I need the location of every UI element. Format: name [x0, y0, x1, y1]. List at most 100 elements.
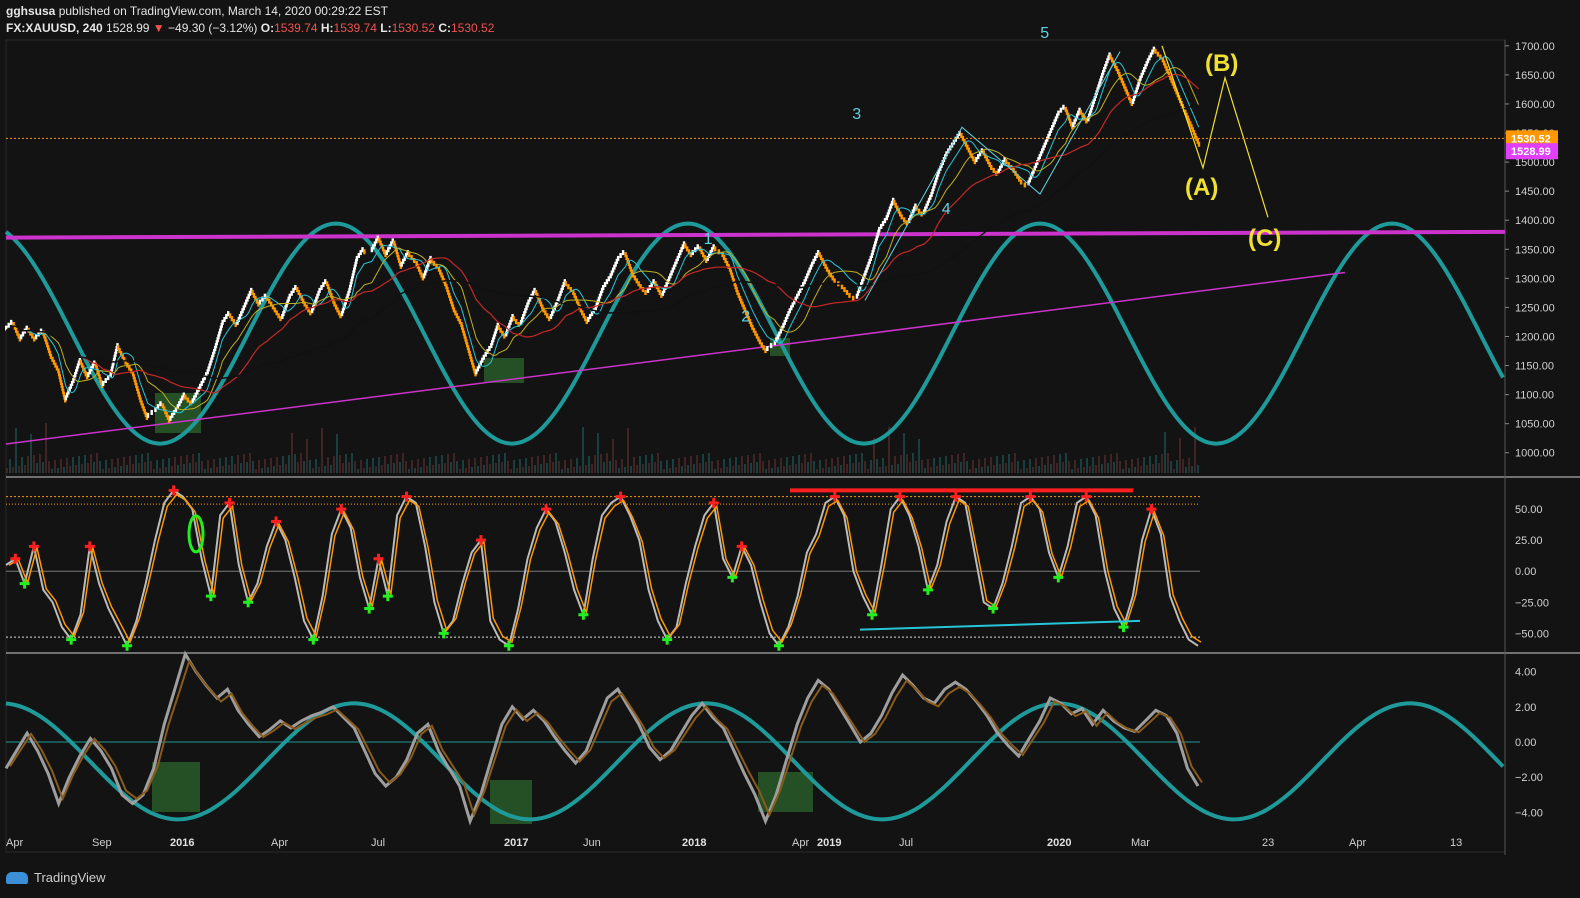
chart-canvas[interactable]: 1700.001650.001600.001550.001500.001450.…	[0, 0, 1580, 898]
volume-bar	[1128, 468, 1130, 473]
volume-bar	[69, 466, 71, 473]
volume-bar	[663, 469, 665, 473]
close-label: C:	[438, 21, 451, 35]
volume-bar	[723, 459, 725, 473]
publication-line: gghsusa published on TradingView.com, Ma…	[6, 4, 388, 18]
volume-bar	[741, 456, 743, 473]
volume-bar	[273, 466, 275, 473]
volume-bar	[255, 469, 257, 473]
volume-bar	[687, 465, 689, 473]
volume-bar	[960, 462, 962, 473]
volume-bar	[759, 453, 761, 473]
volume-bar	[423, 458, 425, 473]
volume-bar	[150, 461, 152, 473]
volume-bar	[603, 462, 605, 473]
volume-bar	[432, 465, 434, 473]
volume-bar	[636, 465, 638, 473]
volume-bar	[462, 460, 464, 473]
volume-bar	[300, 453, 302, 473]
volume-bar	[588, 456, 590, 473]
volume-bar	[1035, 458, 1037, 473]
volume-bar	[909, 462, 911, 473]
renko-brick	[1023, 182, 1027, 188]
osc-tick-label: 0.00	[1515, 566, 1536, 578]
volume-bar	[870, 460, 872, 473]
volume-bar	[1080, 459, 1082, 473]
volume-bar	[1101, 464, 1103, 473]
volume-bar	[1062, 462, 1064, 473]
volume-bar	[933, 458, 935, 473]
volume-bar	[936, 466, 938, 473]
osc-tick-label: 50.00	[1515, 504, 1543, 516]
volume-bar	[975, 468, 977, 473]
volume-bar	[141, 454, 143, 473]
volume-bar	[366, 459, 368, 473]
volume-bar	[537, 456, 539, 473]
volume-bar	[210, 468, 212, 473]
volume-bar	[1158, 463, 1160, 473]
volume-bar	[906, 454, 908, 473]
volume-bar	[1086, 458, 1088, 473]
volume-bar	[42, 462, 44, 473]
volume-bar	[732, 466, 734, 473]
volume-bar	[831, 458, 833, 473]
symbol-name[interactable]: FX:XAUUSD, 240	[6, 21, 103, 35]
time-axis-label: Apr	[1349, 837, 1366, 849]
volume-bar	[369, 467, 371, 473]
volume-bar	[405, 461, 407, 473]
momentum-tick-label: −4.00	[1515, 807, 1543, 819]
volume-bar	[990, 457, 992, 473]
volume-bar	[138, 463, 140, 473]
volume-bar	[1038, 466, 1040, 473]
volume-bar	[360, 460, 362, 473]
volume-bar	[336, 434, 338, 473]
renko-brick	[9, 319, 13, 325]
volume-bar	[921, 460, 923, 473]
renko-brick	[621, 250, 625, 256]
renko-brick	[432, 260, 436, 266]
highlight-box	[484, 358, 524, 383]
volume-bar	[939, 457, 941, 473]
wave-c-label: (C)	[1248, 225, 1281, 252]
volume-bar	[48, 461, 50, 473]
author-name[interactable]: gghsusa	[6, 4, 55, 18]
volume-bar	[696, 455, 698, 473]
volume-bar	[33, 455, 35, 473]
volume-bar	[147, 453, 149, 473]
volume-bar	[885, 466, 887, 473]
open-label: O:	[260, 21, 275, 35]
volume-bar	[657, 453, 659, 473]
volume-bar	[75, 465, 77, 473]
volume-bar	[1140, 466, 1142, 473]
time-axis-label: 2020	[1047, 837, 1071, 849]
volume-bar	[414, 468, 416, 473]
volume-bar	[441, 455, 443, 473]
volume-bar	[798, 455, 800, 473]
tradingview-brand[interactable]: TradingView	[6, 870, 106, 885]
volume-bar	[177, 465, 179, 473]
volume-bar	[891, 465, 893, 473]
volume-bar	[186, 455, 188, 473]
renko-brick	[1019, 179, 1023, 185]
volume-bar	[126, 465, 128, 473]
volume-bar	[1188, 458, 1190, 473]
volume-bar	[642, 464, 644, 473]
volume-bar	[498, 454, 500, 473]
volume-bar	[852, 463, 854, 473]
volume-bar	[123, 457, 125, 473]
renko-brick	[902, 217, 906, 223]
volume-bar	[969, 469, 971, 473]
volume-bar	[198, 453, 200, 473]
open-value: 1539.74	[274, 21, 318, 35]
volume-bar	[558, 461, 560, 473]
time-axis-label: 13	[1450, 837, 1462, 849]
volume-bar	[1077, 468, 1079, 473]
volume-bar	[381, 465, 383, 473]
volume-bar	[963, 453, 965, 473]
volume-bar	[294, 454, 296, 473]
renko-brick	[102, 380, 105, 386]
volume-bar	[504, 453, 506, 473]
volume-bar	[720, 468, 722, 473]
volume-bar	[78, 456, 80, 473]
volume-bar	[951, 455, 953, 473]
